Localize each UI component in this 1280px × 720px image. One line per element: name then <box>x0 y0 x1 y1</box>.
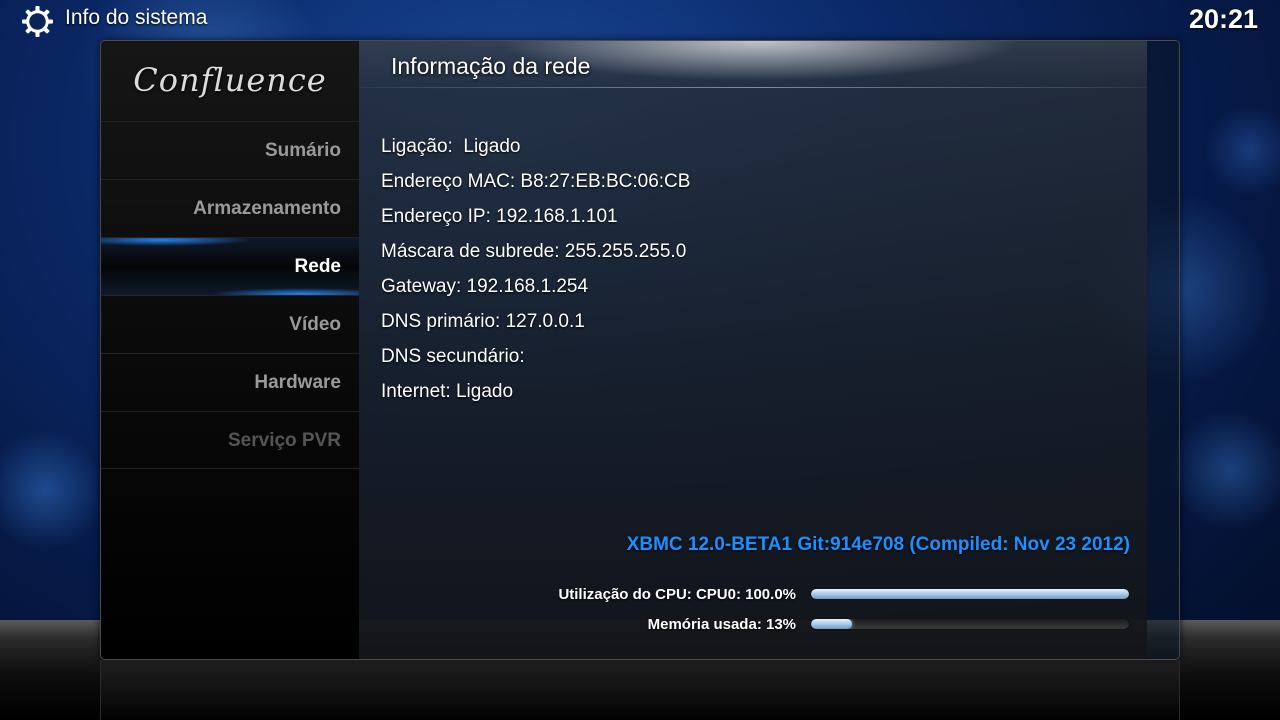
sidebar-item-armazenamento[interactable]: Armazenamento <box>101 179 359 237</box>
info-mac-address: Endereço MAC: B8:27:EB:BC:06:CB <box>381 171 691 192</box>
sidebar-menu: Sumário Armazenamento Rede Vídeo Hardwar… <box>101 121 359 469</box>
sidebar-item-video[interactable]: Vídeo <box>101 295 359 353</box>
sidebar-item-servico-pvr: Serviço PVR <box>101 411 359 469</box>
content-edge <box>1147 41 1179 659</box>
page-title: Info do sistema <box>65 6 208 29</box>
confluence-logo: Confluence <box>133 61 327 99</box>
network-info-list: Ligação: Ligado Endereço MAC: B8:27:EB:B… <box>381 129 690 409</box>
system-info-window: Confluence Sumário Armazenamento Rede Ví… <box>100 40 1180 660</box>
info-internet: Internet: Ligado <box>381 381 514 402</box>
sidebar-item-rede[interactable]: Rede <box>101 237 359 295</box>
sidebar-item-sumario[interactable]: Sumário <box>101 121 359 179</box>
info-primary-dns: DNS primário: 127.0.0.1 <box>381 311 585 332</box>
memory-usage-row: Memória usada: 13% <box>648 614 1130 634</box>
content-panel: Informação da rede Ligação: Ligado Ender… <box>359 41 1147 659</box>
info-connection: Ligação: Ligado <box>381 136 521 157</box>
clock: 20:21 <box>1188 4 1258 34</box>
version-label: XBMC 12.0-BETA1 Git:914e708 (Compiled: N… <box>626 534 1130 555</box>
memory-usage-label: Memória usada: 13% <box>647 615 796 633</box>
sidebar-item-hardware[interactable]: Hardware <box>101 353 359 411</box>
cpu-usage-row: Utilização do CPU: CPU0: 100.0% <box>558 584 1130 604</box>
info-secondary-dns: DNS secundário: <box>381 346 525 367</box>
section-title: Informação da rede <box>391 53 591 79</box>
memory-usage-bar <box>810 618 1130 630</box>
memory-usage-fill <box>811 619 853 629</box>
header-divider <box>359 87 1147 88</box>
info-subnet-mask: Máscara de subrede: 255.255.255.0 <box>381 241 687 262</box>
gear-icon <box>22 6 53 37</box>
cpu-usage-label: Utilização do CPU: CPU0: 100.0% <box>558 585 796 603</box>
cpu-usage-fill <box>811 589 1129 599</box>
cpu-usage-bar <box>810 588 1130 600</box>
info-ip-address: Endereço IP: 192.168.1.101 <box>381 206 618 227</box>
sidebar: Confluence Sumário Armazenamento Rede Ví… <box>101 41 359 659</box>
info-gateway: Gateway: 192.168.1.254 <box>381 276 589 297</box>
window-reflection <box>100 660 1180 720</box>
